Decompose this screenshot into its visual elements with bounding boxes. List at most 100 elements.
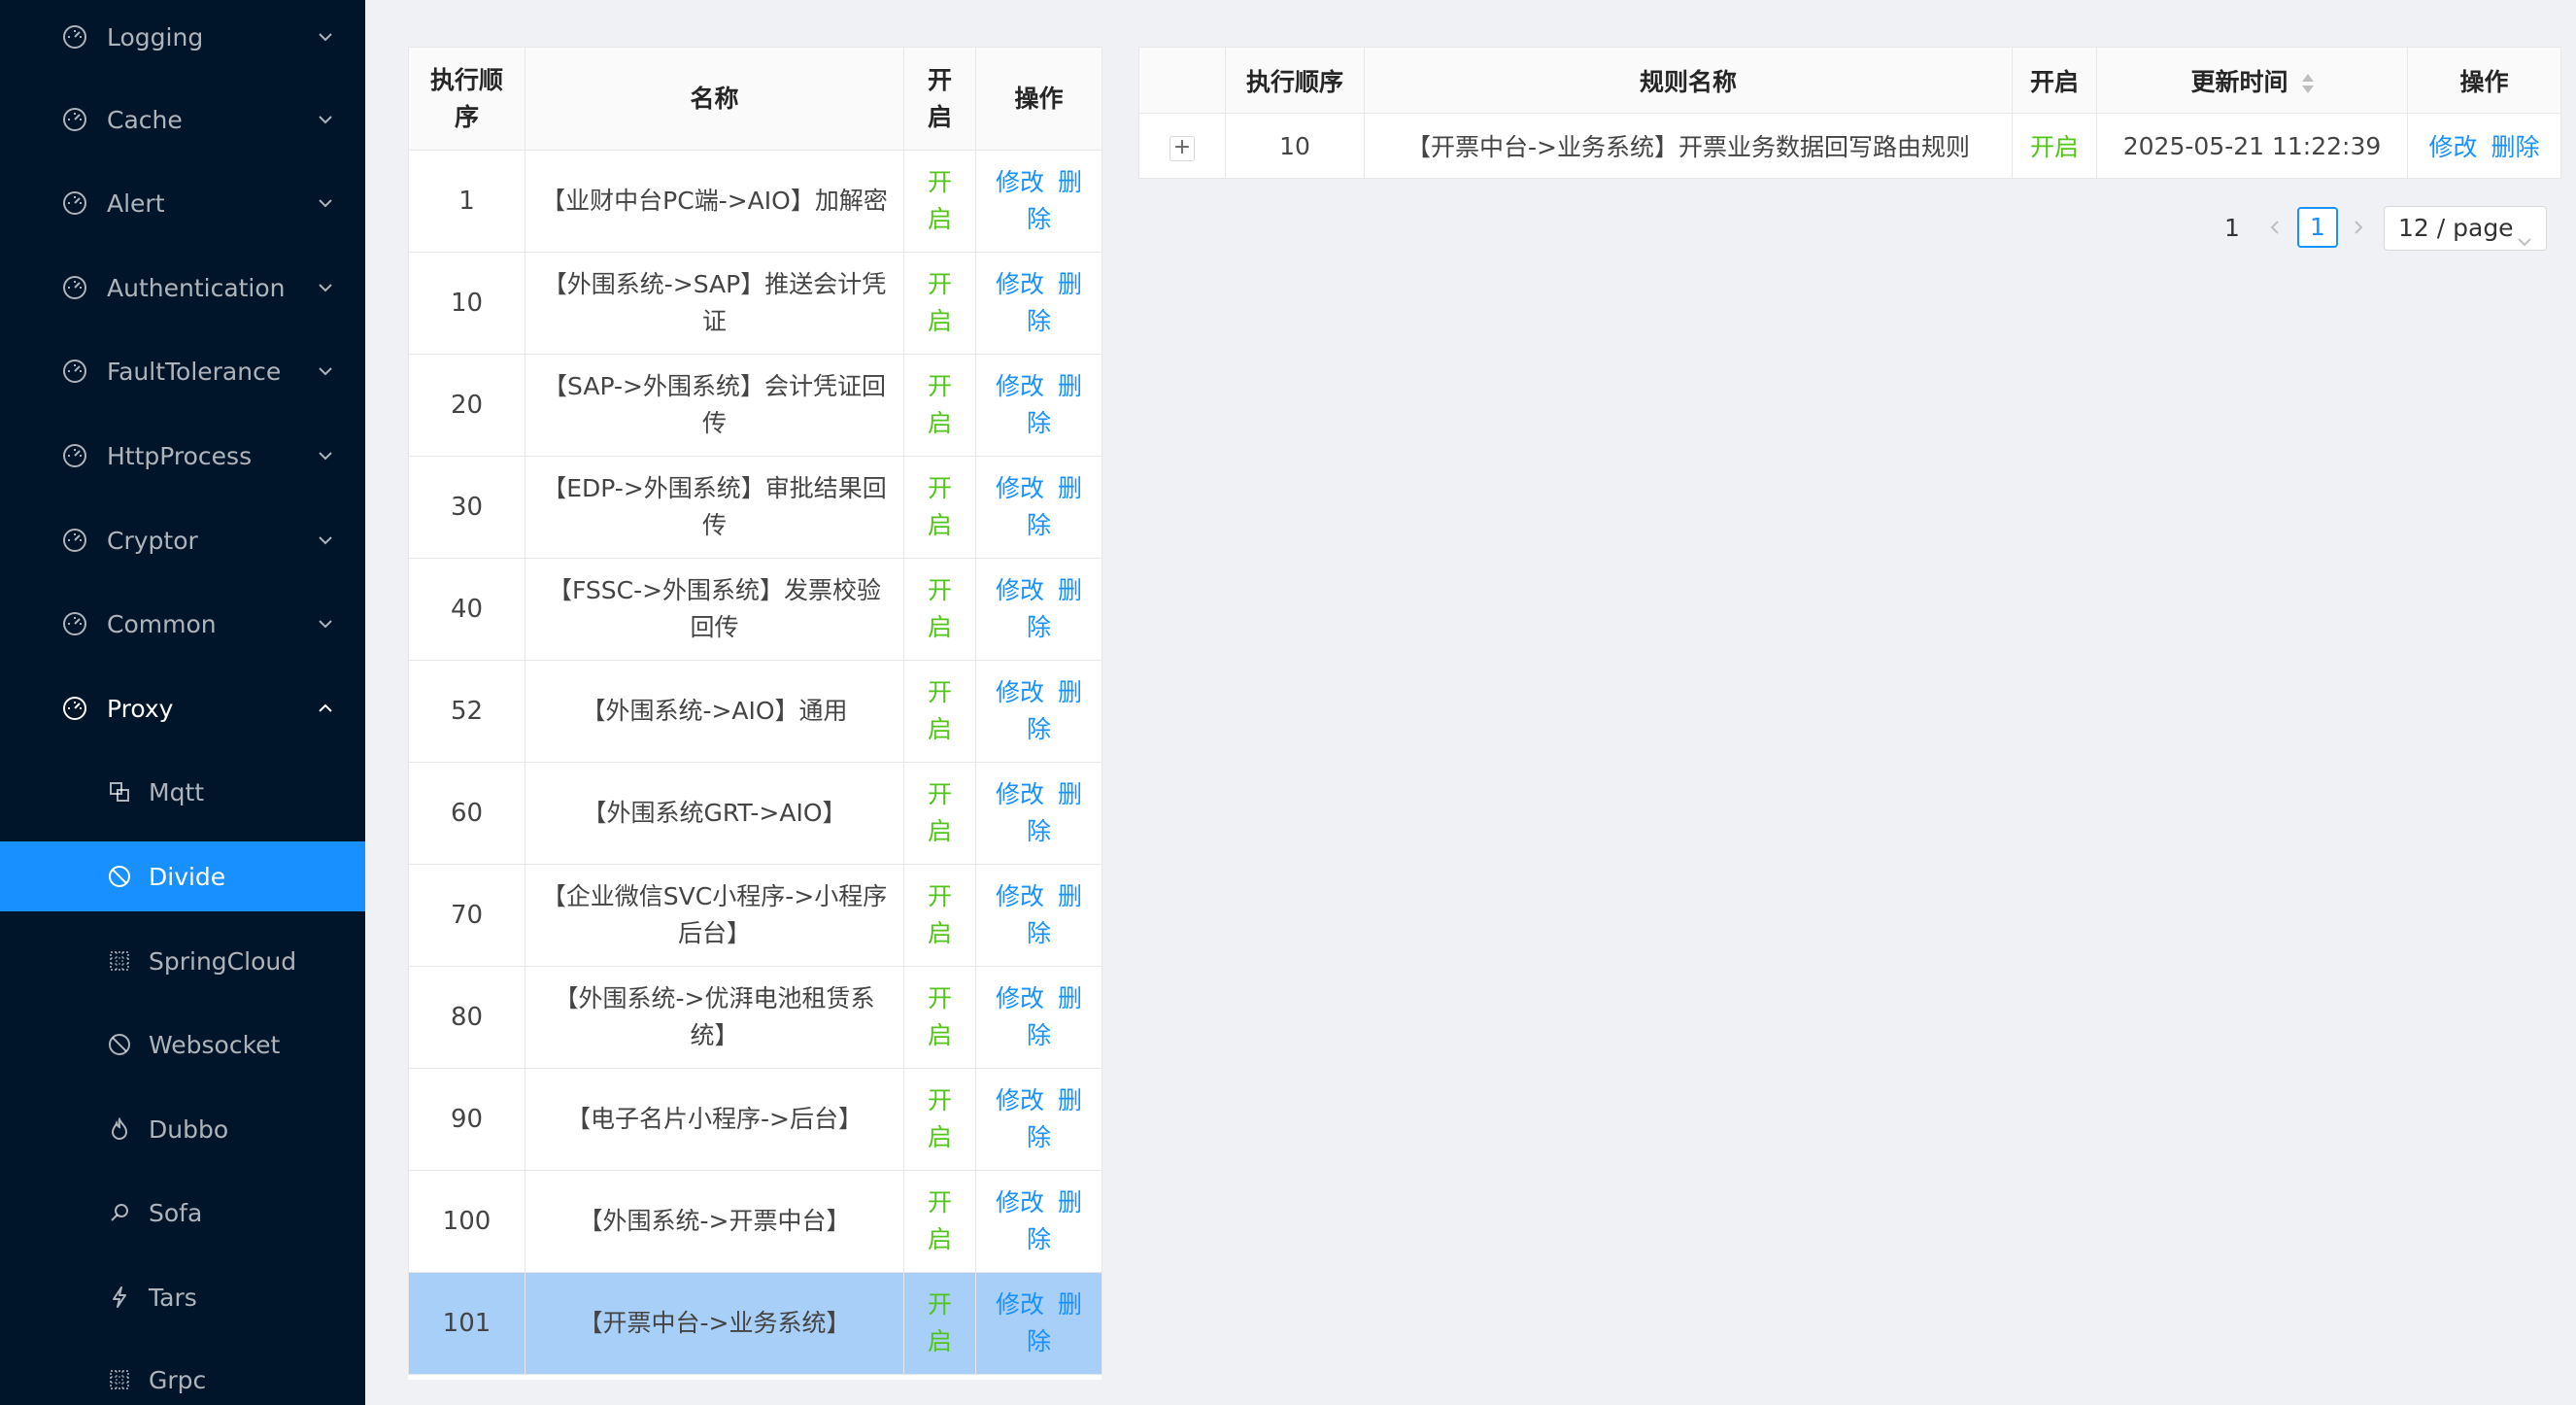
column-header-name: 名称: [525, 47, 904, 151]
table-row[interactable]: + 10 【开票中台->业务系统】开票业务数据回写路由规则 开启 2025-05…: [1138, 113, 2561, 179]
table-row[interactable]: 90 【电子名片小程序->后台】 开启 修改 删除: [408, 1068, 1102, 1171]
sidebar-item-label: Proxy: [107, 694, 174, 723]
edit-link[interactable]: 修改: [2428, 133, 2477, 161]
chevron-down-icon: [317, 28, 334, 46]
table-row[interactable]: 10 【外围系统->SAP】推送会计凭证 开启 修改 删除: [408, 252, 1102, 355]
sidebar-subitem-websocket[interactable]: Websocket: [0, 1010, 365, 1079]
grid-icon: [107, 1367, 132, 1392]
table-row[interactable]: 60 【外围系统GRT->AIO】 开启 修改 删除: [408, 762, 1102, 865]
sidebar-item-httpprocess[interactable]: HttpProcess: [0, 421, 365, 491]
sidebar-item-label: Logging: [107, 22, 204, 51]
row-actions: 修改 删除: [975, 252, 1102, 355]
table-row[interactable]: 52 【外围系统->AIO】通用 开启 修改 删除: [408, 660, 1102, 763]
row-name: 【企业微信SVC小程序->小程序后台】: [525, 864, 904, 967]
edit-link[interactable]: 修改: [996, 474, 1044, 502]
row-enabled-status: 开启: [903, 1170, 976, 1273]
edit-link[interactable]: 修改: [996, 168, 1044, 196]
row-order: 80: [408, 966, 525, 1069]
sidebar-item-alert[interactable]: Alert: [0, 168, 365, 238]
row-actions: 修改 删除: [2407, 113, 2561, 179]
edit-link[interactable]: 修改: [996, 1086, 1044, 1114]
edit-link[interactable]: 修改: [996, 1290, 1044, 1319]
dashboard-icon: [62, 359, 87, 384]
row-name: 【业财中台PC端->AIO】加解密: [525, 150, 904, 253]
dashboard-icon: [62, 107, 87, 132]
dashboard-icon: [62, 24, 87, 50]
chevron-right-icon[interactable]: [2351, 220, 2366, 235]
sidebar-subitem-tars[interactable]: Tars: [0, 1262, 365, 1332]
row-order: 20: [408, 354, 525, 457]
sidebar-item-faulttolerance[interactable]: FaultTolerance: [0, 336, 365, 406]
sidebar-item-common[interactable]: Common: [0, 589, 365, 659]
sidebar-item-label: Dubbo: [149, 1114, 229, 1144]
table-row[interactable]: 40 【FSSC->外围系统】发票校验回传 开启 修改 删除: [408, 558, 1102, 661]
sidebar-subitem-springcloud[interactable]: SpringCloud: [0, 926, 365, 996]
chevron-left-icon[interactable]: [2267, 220, 2283, 235]
sidebar-item-label: Grpc: [149, 1365, 207, 1394]
chevron-down-icon: [317, 615, 334, 633]
table-row[interactable]: 70 【企业微信SVC小程序->小程序后台】 开启 修改 删除: [408, 864, 1102, 967]
row-name: 【SAP->外围系统】会计凭证回传: [525, 354, 904, 457]
column-header-order: 执行顺序: [408, 47, 525, 151]
delete-link[interactable]: 删除: [2491, 133, 2540, 161]
row-order: 1: [408, 150, 525, 253]
column-header-rule-name: 规则名称: [1364, 47, 2013, 114]
column-header-actions: 操作: [975, 47, 1102, 151]
grid-icon: [107, 948, 132, 974]
row-name: 【外围系统->优湃电池租赁系统】: [525, 966, 904, 1069]
sidebar-item-label: Common: [107, 609, 217, 638]
selector-table: 执行顺序 名称 开启 操作 1 【业财中台PC端->AIO】加解密 开启 修改删…: [408, 47, 1102, 1375]
row-expand-cell: +: [1138, 113, 1226, 179]
table-header-row: 执行顺序 名称 开启 操作: [408, 47, 1102, 151]
edit-link[interactable]: 修改: [996, 576, 1044, 604]
dashboard-icon: [62, 443, 87, 468]
selector-table-panel: 执行顺序 名称 开启 操作 1 【业财中台PC端->AIO】加解密 开启 修改删…: [408, 47, 1102, 1380]
sidebar-item-logging[interactable]: Logging: [0, 2, 365, 72]
sidebar-subitem-divide[interactable]: Divide: [0, 841, 365, 911]
sidebar-item-authentication[interactable]: Authentication: [0, 253, 365, 323]
row-order: 10: [1225, 113, 1365, 179]
row-enabled-status: 开启: [903, 1068, 976, 1171]
rule-table-panel: 执行顺序 规则名称 开启 更新时间 操作 + 10 【开票中台->业务系统】开票…: [1138, 47, 2561, 179]
table-row[interactable]: 30 【EDP->外围系统】审批结果回传 开启 修改 删除: [408, 456, 1102, 559]
sort-icon[interactable]: [2301, 73, 2314, 94]
pagination-current-page[interactable]: 1: [2297, 207, 2338, 248]
sidebar-item-cache[interactable]: Cache: [0, 85, 365, 154]
row-actions: 修改 删除: [975, 1170, 1102, 1273]
table-row-selected[interactable]: 101 【开票中台->业务系统】 开启 修改 删除: [408, 1272, 1102, 1375]
sidebar-item-label: Authentication: [107, 273, 286, 302]
edit-link[interactable]: 修改: [996, 882, 1044, 910]
expand-row-button[interactable]: +: [1169, 135, 1195, 161]
table-row[interactable]: 1 【业财中台PC端->AIO】加解密 开启 修改 删除: [408, 150, 1102, 253]
edit-link[interactable]: 修改: [996, 780, 1044, 808]
sidebar-item-label: Tars: [149, 1283, 197, 1312]
edit-link[interactable]: 修改: [996, 1188, 1044, 1217]
table-row[interactable]: 100 【外围系统->开票中台】 开启 修改 删除: [408, 1170, 1102, 1273]
edit-link[interactable]: 修改: [996, 372, 1044, 400]
sidebar-subitem-grpc[interactable]: Grpc: [0, 1345, 365, 1405]
sidebar-item-cryptor[interactable]: Cryptor: [0, 505, 365, 575]
table-row[interactable]: 80 【外围系统->优湃电池租赁系统】 开启 修改 删除: [408, 966, 1102, 1069]
sidebar-item-label: Websocket: [149, 1030, 281, 1059]
row-name: 【外围系统GRT->AIO】: [525, 762, 904, 865]
chevron-down-icon: [317, 194, 334, 212]
row-order: 10: [408, 252, 525, 355]
table-row[interactable]: 20 【SAP->外围系统】会计凭证回传 开启 修改 删除: [408, 354, 1102, 457]
sidebar-item-label: SpringCloud: [149, 946, 297, 976]
sidebar-subitem-dubbo[interactable]: Dubbo: [0, 1094, 365, 1164]
sidebar-subitem-mqtt[interactable]: Mqtt: [0, 757, 365, 827]
sidebar-item-proxy[interactable]: Proxy: [0, 673, 365, 743]
pagination-total: 1: [2224, 214, 2240, 242]
column-header-updated[interactable]: 更新时间: [2096, 47, 2408, 114]
stop-icon: [107, 864, 132, 889]
row-name: 【开票中台->业务系统】: [525, 1272, 904, 1375]
sidebar-subitem-sofa[interactable]: Sofa: [0, 1178, 365, 1248]
row-actions: 修改 删除: [975, 660, 1102, 763]
page-size-select[interactable]: 12 / page: [2384, 206, 2547, 251]
edit-link[interactable]: 修改: [996, 678, 1044, 706]
edit-link[interactable]: 修改: [996, 270, 1044, 298]
edit-link[interactable]: 修改: [996, 984, 1044, 1012]
row-enabled-status: 开启: [903, 762, 976, 865]
rule-table: 执行顺序 规则名称 开启 更新时间 操作 + 10 【开票中台->业务系统】开票…: [1138, 47, 2561, 179]
dashboard-icon: [62, 275, 87, 300]
